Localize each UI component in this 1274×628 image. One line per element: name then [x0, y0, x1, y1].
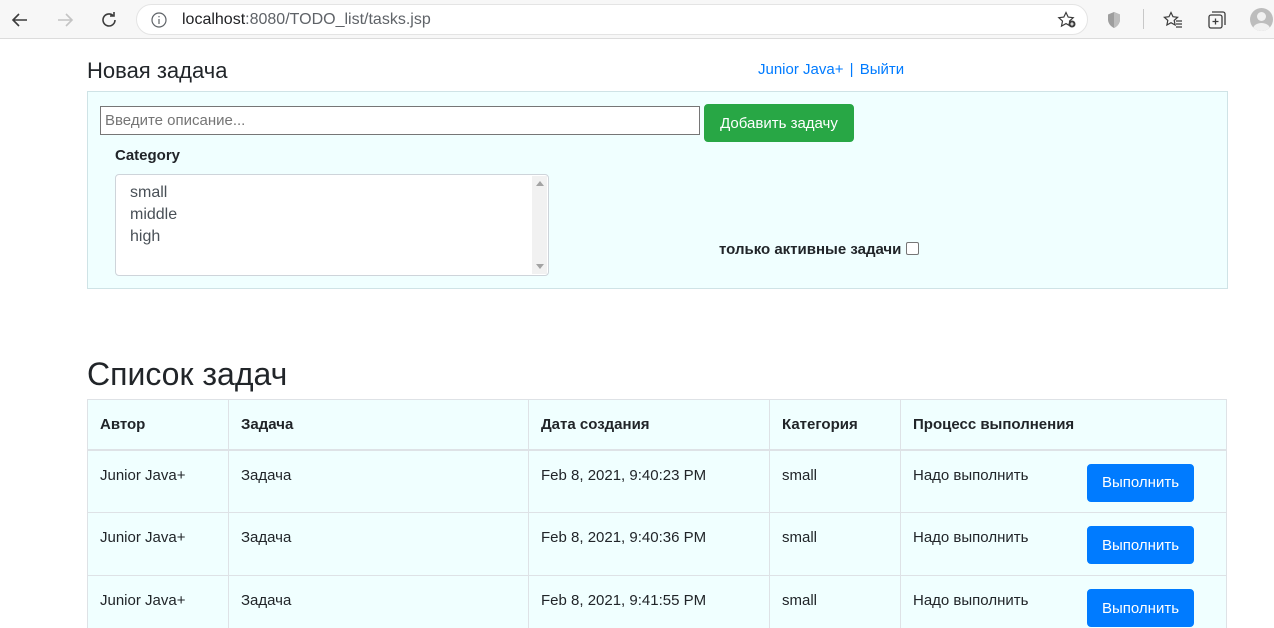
active-only-checkbox[interactable]	[906, 242, 920, 255]
task-status-cell: Надо выполнить Выполнить	[900, 512, 1227, 576]
task-status: Надо выполнить	[913, 466, 1029, 484]
collections-button[interactable]	[1206, 9, 1228, 31]
profile-avatar[interactable]	[1250, 8, 1273, 31]
logout-link[interactable]: Выйти	[860, 61, 904, 78]
category-label: Category	[115, 147, 181, 164]
column-header-category: Категория	[769, 399, 901, 451]
task-created: Feb 8, 2021, 9:40:23 PM	[528, 449, 770, 513]
complete-task-button[interactable]: Выполнить	[1087, 463, 1194, 502]
column-header-created: Дата создания	[528, 399, 770, 451]
url-path: :8080/TODO_list/tasks.jsp	[245, 11, 431, 28]
task-category: small	[769, 512, 901, 576]
extension-shield-button[interactable]	[1103, 9, 1125, 31]
arrow-right-icon	[58, 13, 74, 27]
category-option-middle[interactable]: middle	[130, 206, 177, 224]
task-status: Надо выполнить	[913, 529, 1029, 546]
favorites-button[interactable]	[1162, 9, 1184, 31]
browser-toolbar: localhost:8080/TODO_list/tasks.jsp	[0, 0, 1274, 39]
user-links-separator: |	[849, 61, 854, 78]
task-list-title: Список задач	[87, 356, 288, 392]
user-links: Junior Java+ | Выйти	[758, 61, 904, 78]
description-input[interactable]	[100, 106, 700, 135]
add-task-button[interactable]: Добавить задачу	[704, 104, 854, 142]
arrow-left-icon	[11, 13, 27, 27]
back-button[interactable]	[6, 6, 34, 34]
reload-icon	[102, 12, 116, 27]
task-created: Feb 8, 2021, 9:40:36 PM	[528, 512, 770, 576]
table-row: Junior Java+ Задача Feb 8, 2021, 9:40:23…	[87, 449, 1227, 513]
forward-button[interactable]	[51, 6, 79, 34]
active-only-filter[interactable]: только активные задачи	[719, 241, 920, 258]
collections-icon	[1208, 11, 1226, 29]
category-option-high[interactable]: high	[130, 228, 160, 246]
task-category: small	[769, 449, 901, 513]
new-task-title: Новая задача	[87, 58, 228, 83]
task-author: Junior Java+	[87, 449, 229, 513]
url-text[interactable]: localhost:8080/TODO_list/tasks.jsp	[182, 11, 431, 29]
info-icon[interactable]	[151, 12, 167, 28]
column-header-status: Процесс выполнения	[900, 399, 1227, 451]
category-scrollbar[interactable]	[532, 176, 547, 274]
task-status: Надо выполнить	[913, 592, 1029, 609]
task-category: small	[769, 575, 901, 628]
task-created: Feb 8, 2021, 9:41:55 PM	[528, 575, 770, 628]
address-bar[interactable]: localhost:8080/TODO_list/tasks.jsp	[136, 4, 1088, 35]
favorite-star-icon[interactable]	[1057, 11, 1077, 29]
complete-task-button[interactable]: Выполнить	[1087, 526, 1194, 564]
shield-icon	[1108, 12, 1120, 28]
table-header-row: Автор Задача Дата создания Категория Про…	[87, 399, 1227, 451]
reload-button[interactable]	[95, 6, 123, 34]
scroll-up-arrow-icon[interactable]	[536, 181, 544, 186]
active-only-label: только активные задачи	[719, 241, 902, 258]
task-status-cell: Надо выполнить Выполнить	[900, 575, 1227, 628]
task-table: Автор Задача Дата создания Категория Про…	[87, 399, 1227, 628]
table-row: Junior Java+ Задача Feb 8, 2021, 9:40:36…	[87, 512, 1227, 576]
user-name-link[interactable]: Junior Java+	[758, 61, 843, 78]
category-option-small[interactable]: small	[130, 184, 167, 202]
table-row: Junior Java+ Задача Feb 8, 2021, 9:41:55…	[87, 575, 1227, 628]
favorites-list-icon	[1163, 11, 1182, 28]
scroll-down-arrow-icon[interactable]	[536, 264, 544, 269]
complete-task-button[interactable]: Выполнить	[1087, 589, 1194, 627]
toolbar-separator	[1143, 9, 1144, 29]
task-description: Задача	[228, 575, 529, 628]
column-header-task: Задача	[228, 399, 529, 451]
category-select[interactable]: small middle high	[115, 174, 549, 276]
task-description: Задача	[228, 512, 529, 576]
task-description: Задача	[228, 449, 529, 513]
task-status-cell: Надо выполнить Выполнить	[900, 449, 1227, 513]
new-task-form: Добавить задачу Category small middle hi…	[87, 91, 1228, 289]
url-host: localhost	[182, 11, 246, 28]
task-author: Junior Java+	[87, 575, 229, 628]
column-header-author: Автор	[87, 399, 229, 451]
task-author: Junior Java+	[87, 512, 229, 576]
